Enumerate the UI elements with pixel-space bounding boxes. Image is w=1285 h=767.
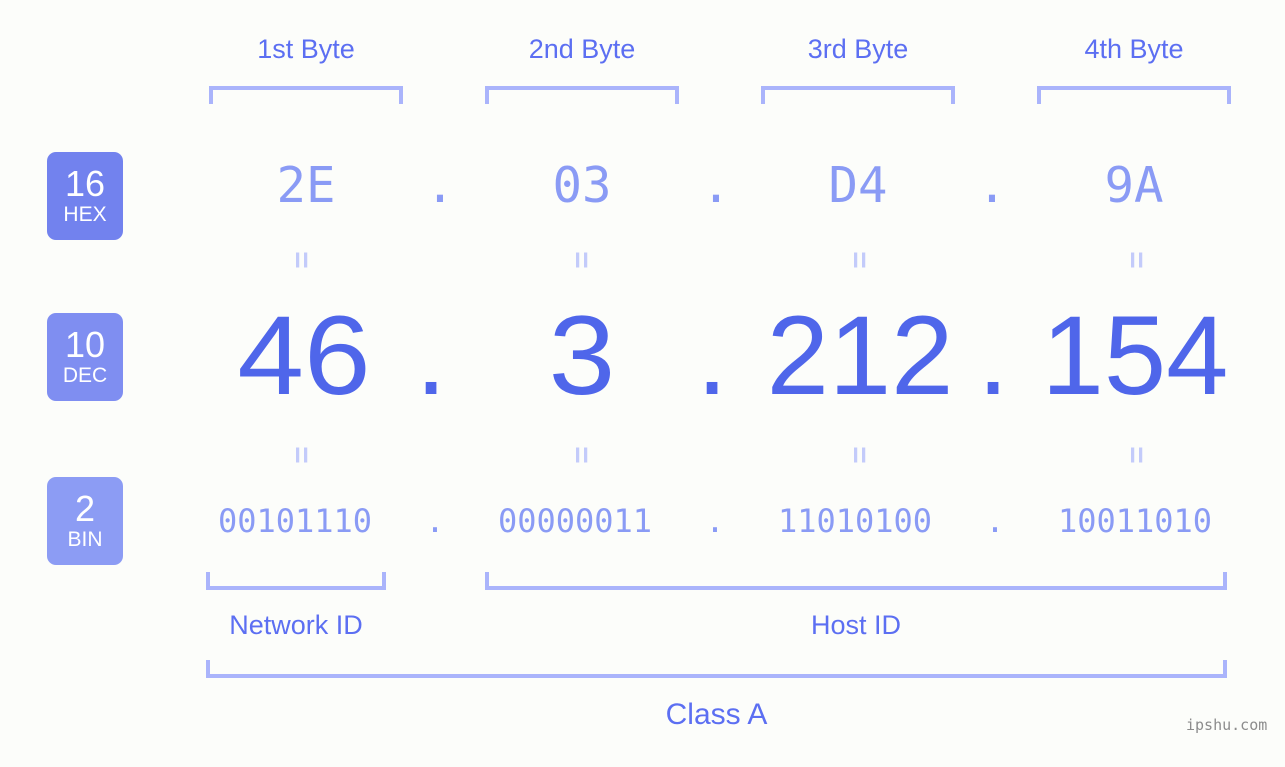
- ip-address-breakdown-diagram: 1st Byte 2nd Byte 3rd Byte 4th Byte 16 H…: [0, 0, 1285, 767]
- equals-hex-dec-3: =: [843, 251, 876, 269]
- hex-byte-3: D4: [828, 157, 888, 214]
- bin-separator-3: .: [985, 502, 1005, 540]
- network-id-bracket: [206, 572, 386, 590]
- base-badge-dec-name: DEC: [62, 364, 108, 388]
- base-badge-hex-name: HEX: [63, 203, 107, 227]
- site-watermark: ipshu.com: [1186, 716, 1268, 734]
- bin-byte-2: 00000011: [497, 502, 653, 540]
- base-badge-bin-number: 2: [74, 487, 96, 529]
- host-id-bracket: [485, 572, 1227, 590]
- byte-header-3: 3rd Byte: [807, 34, 909, 64]
- hex-separator-2: .: [701, 157, 731, 214]
- base-badge-dec-number: 10: [64, 323, 106, 365]
- bin-byte-3: 11010100: [777, 502, 933, 540]
- class-label: Class A: [665, 698, 768, 731]
- byte-bracket-2: [485, 86, 679, 104]
- base-badge-bin: 2 BIN: [47, 477, 123, 565]
- byte-header-2: 2nd Byte: [528, 34, 636, 64]
- dec-byte-3: 212: [766, 293, 954, 418]
- bin-byte-4: 10011010: [1057, 502, 1213, 540]
- hex-byte-4: 9A: [1104, 157, 1164, 214]
- dec-byte-1: 46: [237, 293, 371, 418]
- hex-byte-1: 2E: [276, 157, 336, 214]
- bin-byte-1: 00101110: [217, 502, 373, 540]
- host-id-label: Host ID: [810, 610, 902, 640]
- byte-bracket-1: [209, 86, 403, 104]
- equals-dec-bin-2: =: [565, 446, 598, 464]
- dec-separator-3: .: [977, 293, 1009, 418]
- byte-header-4: 4th Byte: [1084, 34, 1184, 64]
- dec-separator-2: .: [696, 293, 728, 418]
- hex-byte-2: 03: [552, 157, 612, 214]
- base-badge-bin-name: BIN: [67, 528, 103, 552]
- base-badge-hex-number: 16: [64, 162, 106, 204]
- byte-bracket-4: [1037, 86, 1231, 104]
- network-id-label: Network ID: [229, 610, 363, 640]
- base-badge-hex: 16 HEX: [47, 152, 123, 240]
- dec-byte-2: 3: [548, 293, 616, 418]
- dec-byte-4: 154: [1041, 293, 1229, 418]
- class-bracket: [206, 660, 1227, 678]
- dec-separator-1: .: [415, 293, 447, 418]
- equals-hex-dec-1: =: [285, 251, 318, 269]
- base-badge-dec: 10 DEC: [47, 313, 123, 401]
- bin-separator-2: .: [705, 502, 725, 540]
- equals-dec-bin-1: =: [285, 446, 318, 464]
- equals-dec-bin-3: =: [843, 446, 876, 464]
- equals-dec-bin-4: =: [1120, 446, 1153, 464]
- hex-separator-1: .: [425, 157, 455, 214]
- bin-separator-1: .: [425, 502, 445, 540]
- byte-header-1: 1st Byte: [257, 34, 355, 64]
- byte-bracket-3: [761, 86, 955, 104]
- equals-hex-dec-2: =: [565, 251, 598, 269]
- equals-hex-dec-4: =: [1120, 251, 1153, 269]
- hex-separator-3: .: [977, 157, 1007, 214]
